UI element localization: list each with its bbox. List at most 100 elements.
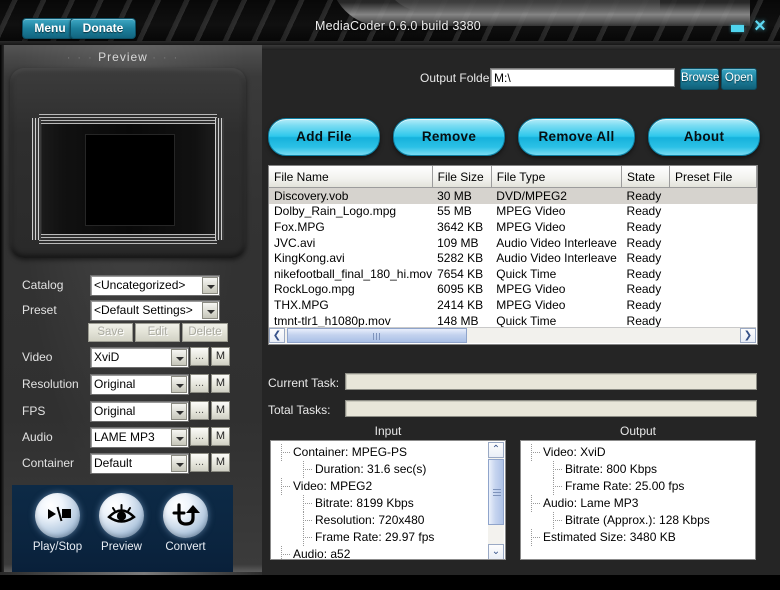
m-container-button[interactable]: M	[211, 453, 230, 472]
field-row-resolution: Resolution Original... M	[0, 374, 262, 396]
cell-file-size: 55 MB	[437, 204, 472, 219]
table-row[interactable]: nikefootball_final_180_hi.mov 7654 KB Quic…	[269, 266, 757, 282]
cell-file-size: 5282 KB	[437, 251, 484, 266]
input-vertical-scrollbar[interactable]: ⌃ ⌄	[488, 442, 504, 559]
label-resolution: Resolution	[22, 377, 79, 391]
scroll-down-icon[interactable]: ⌄	[488, 544, 504, 559]
cell-file-size: 6095 KB	[437, 282, 484, 297]
scrollbar-grip	[373, 333, 382, 340]
convert-button[interactable]: Convert	[163, 493, 208, 553]
eye-icon	[99, 493, 144, 538]
scroll-up-icon[interactable]: ⌃	[488, 442, 504, 458]
output-info-node: Video: XviD	[525, 444, 710, 461]
combo-catalog[interactable]: <Uncategorized>	[90, 275, 220, 296]
donate-button[interactable]: Donate	[70, 18, 136, 39]
table-row[interactable]: JVC.avi 109 MB Audio Video Interleave Ready	[269, 235, 757, 251]
field-row-catalog: Catalog <Uncategorized>	[0, 275, 262, 297]
table-row[interactable]: KingKong.avi 5282 KB Audio Video Interleav…	[269, 250, 757, 266]
combo-value-resolution: Original	[94, 377, 136, 391]
combo-value-catalog: <Uncategorized>	[94, 278, 186, 292]
browse-resolution-button[interactable]: ...	[190, 374, 209, 393]
table-row[interactable]: Dolby_Rain_Logo.mpg 55 MB MPEG Video Ready	[269, 204, 757, 220]
convert-arrow-icon	[163, 493, 208, 538]
output-folder-label: Output Folder	[420, 71, 494, 85]
output-folder-input[interactable]	[490, 68, 675, 87]
chevron-down-icon[interactable]	[171, 403, 187, 420]
browse-button[interactable]: Browse	[680, 68, 719, 90]
scroll-right-icon[interactable]: ❯	[740, 328, 756, 343]
chevron-down-icon[interactable]	[171, 376, 187, 393]
file-list[interactable]: File Name File Size File Type State Preset F…	[268, 165, 758, 345]
column-header-file-name[interactable]: File Name	[269, 166, 433, 188]
combo-container[interactable]: Default	[90, 453, 189, 474]
preview-heading-label: Preview	[98, 50, 148, 64]
preview-button[interactable]: Preview	[99, 493, 144, 553]
cell-state: Ready	[626, 297, 662, 312]
cell-preset-file	[669, 219, 756, 235]
main-panel-top-divider	[262, 45, 780, 50]
table-row[interactable]: THX.MPG 2414 KB MPEG Video Ready	[269, 297, 757, 313]
cell-file-name: KingKong.avi	[274, 251, 345, 266]
open-button[interactable]: Open	[721, 68, 757, 90]
chevron-down-icon[interactable]	[202, 302, 218, 319]
play-stop-glyph	[48, 506, 71, 522]
table-row[interactable]: Discovery.vob 30 MB DVD/MPEG2 Ready	[269, 187, 757, 204]
m-audio-button[interactable]: M	[211, 427, 230, 446]
chevron-down-icon[interactable]	[171, 429, 187, 446]
table-row[interactable]: RockLogo.mpg 6095 KB MPEG Video Ready	[269, 282, 757, 298]
output-info-node: Estimated Size: 3480 KB	[525, 529, 710, 546]
combo-preset[interactable]: <Default Settings>	[90, 300, 220, 321]
preview-heading: · · · Preview · · ·	[0, 50, 246, 64]
input-info-node: Bitrate: 8199 Kbps	[275, 495, 434, 512]
preview-screen[interactable]	[10, 68, 246, 258]
label-catalog: Catalog	[22, 278, 64, 292]
chevron-down-icon[interactable]	[171, 455, 187, 472]
close-icon[interactable]: ×	[751, 16, 769, 36]
file-list-horizontal-scrollbar[interactable]: ❮ ❯	[269, 327, 756, 343]
field-row-preset: Preset <Default Settings>	[0, 300, 262, 322]
input-info-panel[interactable]: Container: MPEG-PS Duration: 31.6 sec(s) V…	[270, 440, 506, 560]
input-panel-title: Input	[374, 424, 402, 438]
output-info-node: Bitrate (Approx.): 128 Kbps	[525, 512, 710, 529]
table-row[interactable]: tmnt-tlr1_h1080p.mov 148 MB Quick Time Read…	[269, 313, 757, 329]
input-scrollbar-thumb[interactable]	[488, 459, 504, 525]
about-button[interactable]: About	[648, 118, 760, 156]
browse-fps-button[interactable]: ...	[190, 401, 209, 420]
add-file-button[interactable]: Add File	[268, 118, 380, 156]
cell-preset-file	[669, 313, 756, 329]
remove-all-button[interactable]: Remove All	[518, 118, 635, 156]
column-header-preset-file[interactable]: Preset File	[669, 166, 757, 188]
browse-video-button[interactable]: ...	[190, 347, 209, 366]
scrollbar-thumb[interactable]	[287, 328, 467, 343]
input-info-tree: Container: MPEG-PS Duration: 31.6 sec(s) V…	[275, 444, 434, 559]
m-resolution-button[interactable]: M	[211, 374, 230, 393]
cell-file-name: RockLogo.mpg	[274, 282, 355, 297]
column-header-file-type[interactable]: File Type	[491, 166, 623, 188]
column-header-file-size[interactable]: File Size	[432, 166, 492, 188]
play-stop-label: Play/Stop	[32, 541, 83, 553]
play-stop-button[interactable]: Play/Stop	[33, 493, 82, 553]
browse-container-button[interactable]: ...	[190, 453, 209, 472]
minimize-icon[interactable]	[731, 25, 744, 32]
combo-fps[interactable]: Original	[90, 401, 189, 422]
cell-file-size: 148 MB	[437, 313, 479, 328]
combo-video[interactable]: XviD	[90, 347, 189, 368]
chevron-down-icon[interactable]	[202, 277, 218, 294]
cell-preset-file	[669, 204, 756, 220]
cell-file-name: Dolby_Rain_Logo.mpg	[274, 204, 397, 219]
remove-button[interactable]: Remove	[393, 118, 505, 156]
bottom-black-bar	[0, 575, 780, 590]
output-info-panel[interactable]: Video: XviD Bitrate: 800 Kbps Frame Rate: …	[520, 440, 756, 560]
browse-audio-button[interactable]: ...	[190, 427, 209, 446]
chevron-down-icon[interactable]	[171, 349, 187, 366]
field-row-fps: FPS Original... M	[0, 401, 262, 423]
input-info-node: Audio: a52	[275, 546, 434, 559]
combo-audio[interactable]: LAME MP3	[90, 427, 189, 448]
m-video-button[interactable]: M	[211, 347, 230, 366]
table-row[interactable]: Fox.MPG 3642 KB MPEG Video Ready	[269, 219, 757, 235]
scroll-left-icon[interactable]: ❮	[269, 328, 285, 343]
m-fps-button[interactable]: M	[211, 401, 230, 420]
cell-file-type: DVD/MPEG2	[491, 187, 622, 204]
column-header-state[interactable]: State	[621, 166, 670, 188]
combo-resolution[interactable]: Original	[90, 374, 189, 395]
